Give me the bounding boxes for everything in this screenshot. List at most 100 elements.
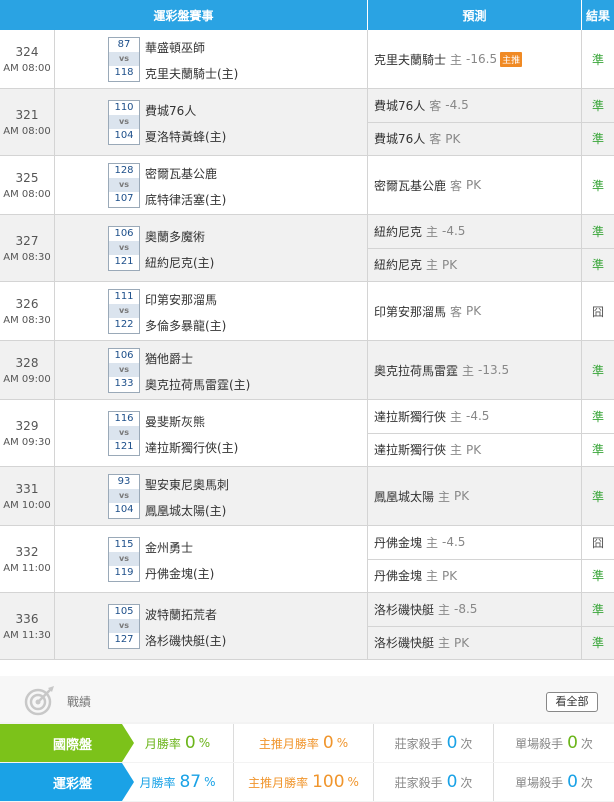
home-team[interactable]: 克里夫蘭騎士(主) — [145, 65, 238, 82]
prediction-cell: 洛杉磯快艇主 -8.5 洛杉磯快艇主 PK — [368, 593, 582, 659]
prediction-line[interactable]: 達拉斯獨行俠主 -4.5 — [368, 400, 581, 433]
matchup-cell[interactable]: 93 vs 104 聖安東尼奧馬刺 鳳凰城太陽(主) — [55, 467, 368, 525]
prediction-line[interactable]: 洛杉磯快艇主 PK — [368, 625, 581, 660]
pick-side: 客 — [450, 178, 463, 193]
prediction-line[interactable]: 紐約尼克主 -4.5 — [368, 215, 581, 248]
game-row[interactable]: 332 AM 11:00 115 vs 119 金州勇士 丹佛金塊(主) 丹佛金塊主 -4.5 丹… — [0, 526, 614, 593]
matchup-cell[interactable]: 115 vs 119 金州勇士 丹佛金塊(主) — [55, 526, 368, 592]
result-mark: 準 — [591, 602, 604, 617]
header-prediction: 預測 — [368, 0, 582, 30]
result-item: 準 — [582, 558, 614, 593]
tag-international[interactable]: 國際盤 — [0, 724, 134, 762]
score-box: 110 vs 104 — [108, 100, 140, 145]
matchup-cell[interactable]: 111 vs 122 印第安那溜馬 多倫多暴龍(主) — [55, 282, 368, 340]
matchup-cell[interactable]: 106 vs 133 猶他爵士 奧克拉荷馬雷霆(主) — [55, 341, 368, 399]
score-box: 106 vs 133 — [108, 348, 140, 393]
game-time-cell: 325 AM 08:00 — [0, 156, 55, 214]
prediction-line[interactable]: 印第安那溜馬客 PK — [368, 282, 581, 340]
game-row[interactable]: 326 AM 08:30 111 vs 122 印第安那溜馬 多倫多暴龍(主) 印第安那溜馬客… — [0, 282, 614, 341]
game-time-cell: 326 AM 08:30 — [0, 282, 55, 340]
killer-value: 0 — [446, 733, 458, 753]
main-label: 主推月勝率 — [258, 736, 319, 751]
view-all-button[interactable]: 看全部 — [546, 692, 598, 712]
game-time-cell: 321 AM 08:00 — [0, 89, 55, 155]
away-team[interactable]: 波特蘭拓荒者 — [145, 606, 217, 623]
game-row[interactable]: 336 AM 11:30 105 vs 127 波特蘭拓荒者 洛杉磯快艇(主) 洛杉磯快艇主 -… — [0, 593, 614, 660]
result-mark: 準 — [591, 569, 604, 584]
game-row[interactable]: 331 AM 10:00 93 vs 104 聖安東尼奧馬刺 鳳凰城太陽(主) 鳳凰城太陽主 P… — [0, 467, 614, 526]
home-team[interactable]: 奧克拉荷馬雷霆(主) — [145, 376, 250, 393]
result-cell: 準 — [582, 467, 614, 525]
prediction-line[interactable]: 克里夫蘭騎士主 -16.5 主推 — [368, 30, 581, 88]
prediction-line[interactable]: 洛杉磯快艇主 -8.5 — [368, 593, 581, 626]
prediction-line[interactable]: 紐約尼克主 PK — [368, 247, 581, 282]
prediction-line[interactable]: 奧克拉荷馬雷霆主 -13.5 — [368, 341, 581, 399]
game-time-cell: 324 AM 08:00 — [0, 30, 55, 88]
single-killer: 單場殺手 0 次 — [494, 763, 614, 801]
home-team[interactable]: 多倫多暴龍(主) — [145, 317, 226, 334]
away-team[interactable]: 華盛頓巫師 — [145, 39, 205, 56]
home-score: 119 — [114, 567, 134, 578]
vs-label: vs — [109, 178, 139, 192]
matchup-cell[interactable]: 116 vs 121 曼斐斯灰熊 達拉斯獨行俠(主) — [55, 400, 368, 466]
away-team[interactable]: 費城76人 — [145, 102, 196, 119]
result-mark: 準 — [591, 409, 604, 424]
prediction-line[interactable]: 費城76人客 PK — [368, 121, 581, 156]
home-team[interactable]: 夏洛特黃蜂(主) — [145, 128, 226, 145]
game-time: AM 09:30 — [3, 436, 51, 448]
single-killer: 單場殺手 0 次 — [494, 724, 614, 762]
away-team[interactable]: 聖安東尼奧馬刺 — [145, 476, 229, 493]
game-time: AM 11:00 — [3, 562, 51, 574]
monthly-label: 月勝率 — [144, 736, 181, 751]
home-team[interactable]: 洛杉磯快艇(主) — [145, 632, 226, 649]
game-row[interactable]: 324 AM 08:00 87 vs 118 華盛頓巫師 克里夫蘭騎士(主) 克里夫蘭騎士主 -… — [0, 30, 614, 89]
prediction-line[interactable]: 密爾瓦基公鹿客 PK — [368, 156, 581, 214]
matchup-cell[interactable]: 110 vs 104 費城76人夏洛特黃蜂(主) — [55, 89, 368, 155]
home-team[interactable]: 達拉斯獨行俠(主) — [145, 439, 238, 456]
pick-line: PK — [466, 304, 482, 318]
away-team[interactable]: 曼斐斯灰熊 — [145, 413, 205, 430]
game-row[interactable]: 325 AM 08:00 128 vs 107 密爾瓦基公鹿 底特律活塞(主) 密爾瓦基公鹿客… — [0, 156, 614, 215]
killer-label: 莊家殺手 — [394, 736, 443, 751]
away-team[interactable]: 密爾瓦基公鹿 — [145, 165, 217, 182]
prediction-line[interactable]: 丹佛金塊主 PK — [368, 558, 581, 593]
matchup-cell[interactable]: 128 vs 107 密爾瓦基公鹿 底特律活塞(主) — [55, 156, 368, 214]
matchup-cell[interactable]: 106 vs 121 奧蘭多魔術 紐約尼克(主) — [55, 215, 368, 281]
home-score: 104 — [114, 504, 134, 515]
away-team[interactable]: 印第安那溜馬 — [145, 291, 217, 308]
prediction-line[interactable]: 丹佛金塊主 -4.5 — [368, 526, 581, 559]
home-team[interactable]: 底特律活塞(主) — [145, 191, 226, 208]
matchup-cell[interactable]: 105 vs 127 波特蘭拓荒者 洛杉磯快艇(主) — [55, 593, 368, 659]
result-item: 準 — [582, 215, 614, 248]
home-score: 107 — [114, 193, 134, 204]
home-team[interactable]: 紐約尼克(主) — [145, 254, 214, 271]
prediction-cell: 鳳凰城太陽主 PK — [368, 467, 582, 525]
pick-line: -4.5 — [442, 535, 466, 550]
pick-line: -13.5 — [478, 363, 510, 377]
away-team[interactable]: 猶他爵士 — [145, 350, 193, 367]
away-team[interactable]: 奧蘭多魔術 — [145, 228, 205, 245]
pick-line: PK — [466, 178, 482, 192]
game-row[interactable]: 321 AM 08:00 110 vs 104 費城76人 夏洛特黃蜂(主) 費城76人客 -4… — [0, 89, 614, 156]
result-item: 準 — [582, 341, 614, 399]
matchup-cell[interactable]: 87 vs 118 華盛頓巫師 克里夫蘭騎士(主) — [55, 30, 368, 88]
tag-lottery[interactable]: 運彩盤 — [0, 763, 134, 801]
game-row[interactable]: 327 AM 08:30 106 vs 121 奧蘭多魔術 紐約尼克(主) 紐約尼克主 -4.5… — [0, 215, 614, 282]
vs-label: vs — [109, 363, 139, 377]
game-row[interactable]: 328 AM 09:00 106 vs 133 猶他爵士 奧克拉荷馬雷霆(主) 奧克拉荷馬雷霆… — [0, 341, 614, 400]
prediction-line[interactable]: 費城76人客 -4.5 — [368, 89, 581, 122]
prediction-line[interactable]: 達拉斯獨行俠主 PK — [368, 432, 581, 467]
monthly-unit: % — [204, 775, 216, 789]
pick-side: 主 — [450, 409, 463, 424]
home-team[interactable]: 丹佛金塊(主) — [145, 565, 214, 582]
away-team[interactable]: 金州勇士 — [145, 539, 193, 556]
pick-team: 費城76人 — [374, 132, 426, 147]
away-score: 106 — [114, 350, 134, 361]
pick-line: -4.5 — [445, 98, 469, 113]
result-mark: 囧 — [591, 304, 604, 319]
prediction-cell: 密爾瓦基公鹿客 PK — [368, 156, 582, 214]
game-number: 328 — [15, 355, 39, 370]
home-team[interactable]: 鳳凰城太陽(主) — [145, 502, 226, 519]
prediction-line[interactable]: 鳳凰城太陽主 PK — [368, 467, 581, 525]
game-row[interactable]: 329 AM 09:30 116 vs 121 曼斐斯灰熊 達拉斯獨行俠(主) 達拉斯獨行俠主… — [0, 400, 614, 467]
